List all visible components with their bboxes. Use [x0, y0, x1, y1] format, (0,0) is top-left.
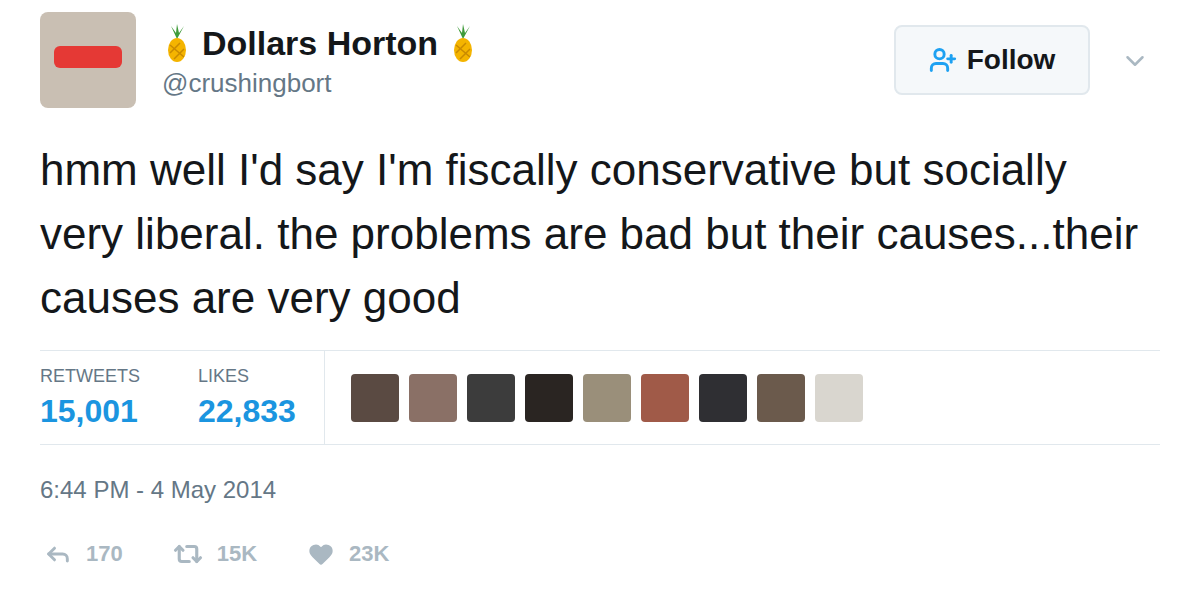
tweet-text: hmm well I'd say I'm fiscally conservati…: [40, 138, 1156, 330]
avatar[interactable]: [40, 12, 136, 108]
author-info: Dollars Horton@crushingbort: [162, 12, 478, 100]
like-action[interactable]: 23K: [307, 537, 389, 570]
reply-action[interactable]: 170: [44, 537, 123, 570]
action-count: 23K: [349, 537, 389, 570]
liker-avatar[interactable]: [351, 374, 399, 422]
liker-avatar[interactable]: [815, 374, 863, 422]
author-name-row: Dollars Horton: [162, 22, 478, 64]
liker-avatar[interactable]: [467, 374, 515, 422]
stat-value: 22,833: [198, 391, 296, 431]
tweet-actions: 170 15K 23K: [40, 537, 1156, 570]
action-count: 15K: [217, 537, 257, 570]
chevron-down-icon[interactable]: [1120, 46, 1150, 76]
action-count: 170: [86, 537, 123, 570]
follow-icon: [929, 46, 957, 74]
liker-avatars: [325, 351, 863, 444]
stat[interactable]: LIKES 22,833: [198, 365, 296, 431]
heart-icon[interactable]: [307, 540, 335, 568]
follow-label: Follow: [967, 39, 1056, 81]
liker-avatar[interactable]: [757, 374, 805, 422]
tweet-stats: RETWEETS 15,001 LIKES 22,833: [40, 350, 1160, 445]
stat-label: RETWEETS: [40, 365, 140, 387]
liker-avatar[interactable]: [409, 374, 457, 422]
liker-avatar[interactable]: [641, 374, 689, 422]
stat-value: 15,001: [40, 391, 140, 431]
reply-icon[interactable]: [44, 540, 72, 568]
tweet-header: Dollars Horton@crushingbort Follow: [40, 0, 1156, 108]
timestamp[interactable]: 6:44 PM - 4 May 2014: [40, 475, 1156, 505]
tweet-card: Dollars Horton@crushingbort Follow hmm wel…: [0, 0, 1196, 592]
author-handle[interactable]: @crushingbort: [162, 66, 478, 100]
liker-avatar[interactable]: [583, 374, 631, 422]
retweet-icon[interactable]: [173, 539, 203, 569]
sunglasses: [54, 46, 122, 68]
liker-avatar[interactable]: [699, 374, 747, 422]
stats-counts: RETWEETS 15,001 LIKES 22,833: [40, 351, 325, 444]
liker-avatar[interactable]: [525, 374, 573, 422]
pineapple-icon: [448, 23, 478, 63]
pineapple-icon: [162, 23, 192, 63]
retweet-action[interactable]: 15K: [173, 537, 257, 570]
stat[interactable]: RETWEETS 15,001: [40, 365, 140, 431]
follow-button[interactable]: Follow: [894, 25, 1090, 95]
stat-label: LIKES: [198, 365, 296, 387]
author-name[interactable]: Dollars Horton: [202, 22, 438, 64]
